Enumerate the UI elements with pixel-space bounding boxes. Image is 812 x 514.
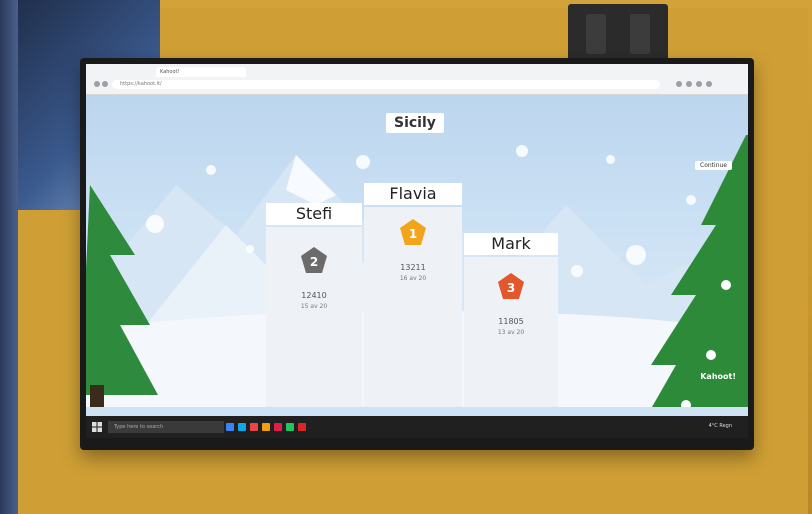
snowflake bbox=[206, 165, 216, 175]
medal-3-icon: 3 bbox=[496, 271, 526, 301]
svg-text:1: 1 bbox=[409, 227, 417, 241]
menu-icon[interactable] bbox=[706, 81, 712, 87]
windows-taskbar: Type here to search 4°C Regn bbox=[86, 416, 748, 438]
player-score: 13211 bbox=[400, 263, 426, 272]
podium-second: Stefi 2 12410 15 av 20 bbox=[266, 203, 362, 407]
taskbar-app-icon[interactable] bbox=[298, 423, 306, 431]
svg-text:2: 2 bbox=[310, 255, 318, 269]
taskbar-app-icon[interactable] bbox=[238, 423, 246, 431]
taskbar-app-icon[interactable] bbox=[250, 423, 258, 431]
extension-icon[interactable] bbox=[696, 81, 702, 87]
taskbar-search[interactable]: Type here to search bbox=[108, 421, 224, 433]
player-name: Mark bbox=[464, 233, 558, 255]
taskbar-app-icon[interactable] bbox=[274, 423, 282, 431]
brand-logo: Kahoot! bbox=[700, 372, 736, 381]
player-score: 12410 bbox=[301, 291, 327, 300]
continue-button[interactable]: Continue bbox=[695, 161, 732, 170]
player-correct: 15 av 20 bbox=[300, 303, 328, 310]
back-icon[interactable] bbox=[94, 81, 100, 87]
extension-icon[interactable] bbox=[686, 81, 692, 87]
pine-tree-right bbox=[651, 135, 748, 407]
windows-start-icon[interactable] bbox=[92, 422, 102, 432]
snowflake bbox=[606, 155, 615, 164]
player-name: Stefi bbox=[266, 203, 362, 225]
browser-chrome: Kahoot! https://kahoot.it/ bbox=[86, 64, 748, 95]
snowflake bbox=[246, 245, 254, 253]
browser-tab[interactable]: Kahoot! bbox=[156, 67, 246, 77]
player-correct: 16 av 20 bbox=[399, 275, 427, 282]
player-name: Flavia bbox=[364, 183, 462, 205]
system-tray[interactable]: 4°C Regn bbox=[709, 423, 732, 429]
snowflake bbox=[356, 155, 370, 169]
taskbar-app-icon[interactable] bbox=[226, 423, 234, 431]
tv-screen: Kahoot! https://kahoot.it/ Sicily Contin… bbox=[86, 64, 748, 438]
taskbar-app-icon[interactable] bbox=[286, 423, 294, 431]
player-correct: 13 av 20 bbox=[497, 329, 525, 336]
bracket-arm bbox=[586, 14, 606, 54]
snowflake bbox=[571, 265, 583, 277]
pine-tree-left bbox=[86, 185, 158, 407]
podium-first: Flavia 1 13211 16 av 20 bbox=[364, 183, 462, 407]
medal-1-icon: 1 bbox=[398, 217, 428, 247]
podium-third: Mark 3 11805 13 av 20 bbox=[464, 233, 558, 407]
forward-icon[interactable] bbox=[102, 81, 108, 87]
extension-icon[interactable] bbox=[676, 81, 682, 87]
taskbar-app-icon[interactable] bbox=[262, 423, 270, 431]
medal-2-icon: 2 bbox=[299, 245, 329, 275]
game-scene: Sicily Continue Stefi 2 12410 15 av 20 F… bbox=[86, 95, 748, 407]
wall-mount-bracket bbox=[568, 4, 668, 62]
player-score: 11805 bbox=[498, 317, 524, 326]
television: Kahoot! https://kahoot.it/ Sicily Contin… bbox=[80, 58, 754, 450]
address-bar[interactable]: https://kahoot.it/ bbox=[112, 80, 660, 89]
snowflake bbox=[516, 145, 528, 157]
svg-text:3: 3 bbox=[507, 281, 515, 295]
photo-edge bbox=[0, 0, 18, 514]
bracket-arm bbox=[630, 14, 650, 54]
quiz-title: Sicily bbox=[386, 113, 444, 133]
